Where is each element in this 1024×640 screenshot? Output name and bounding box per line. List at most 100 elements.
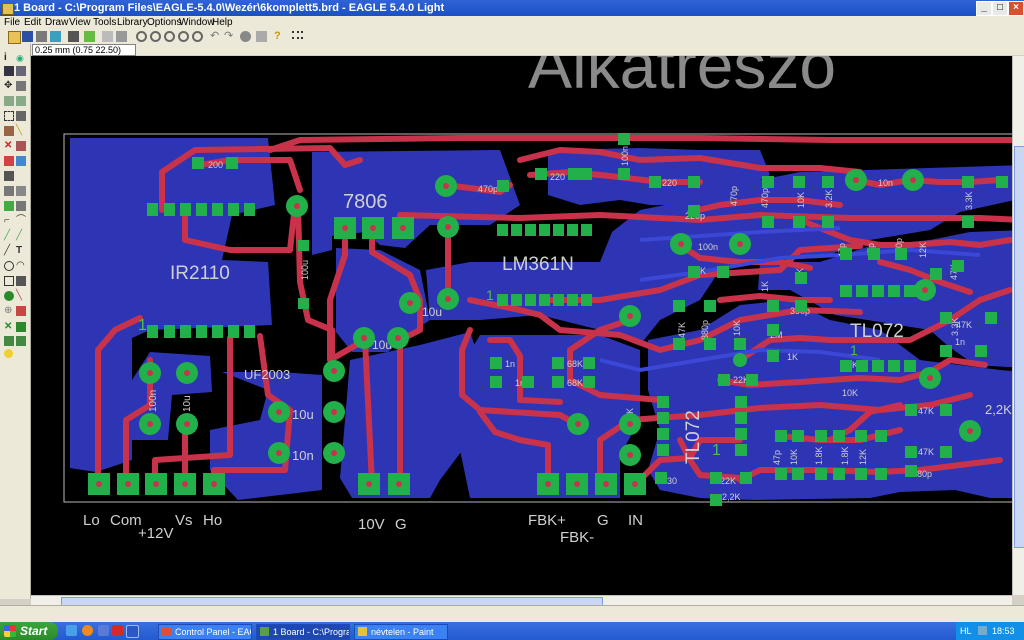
circle-icon[interactable] xyxy=(4,261,14,271)
rotate-icon[interactable] xyxy=(16,96,26,106)
close-button[interactable]: × xyxy=(1008,1,1024,16)
wire-icon[interactable]: ╲ xyxy=(16,126,26,136)
zoom-fit-icon[interactable] xyxy=(136,31,147,42)
pcb-layout[interactable]: Alkatrészó 7806 IR2110 LM361N UF2003 TL0… xyxy=(31,56,1012,595)
add-icon[interactable] xyxy=(16,141,26,151)
vertical-scroll-thumb[interactable] xyxy=(1014,146,1024,548)
errors-icon[interactable] xyxy=(4,349,13,358)
lock-icon[interactable] xyxy=(4,171,14,181)
explorer-icon[interactable] xyxy=(98,625,109,636)
grid-icon[interactable] xyxy=(292,31,303,39)
autorouter-icon[interactable] xyxy=(16,322,26,332)
menu-file[interactable]: File xyxy=(4,17,20,28)
hole-icon[interactable]: ╲ xyxy=(16,291,26,301)
menu-library[interactable]: Library xyxy=(117,17,148,28)
via-place-icon[interactable] xyxy=(4,291,14,301)
zoom-select-icon[interactable] xyxy=(192,31,203,42)
optimize-icon[interactable] xyxy=(16,186,26,196)
open-icon[interactable] xyxy=(8,31,21,44)
menu-edit[interactable]: Edit xyxy=(24,17,41,28)
attribute-icon[interactable]: ⊕ xyxy=(4,306,14,316)
menu-draw[interactable]: Draw xyxy=(45,17,68,28)
rect-icon[interactable] xyxy=(4,276,14,286)
route-icon[interactable] xyxy=(4,201,14,211)
signal-icon[interactable]: ╱ xyxy=(16,231,26,241)
wire-draw-icon[interactable]: ⌐ xyxy=(4,216,14,226)
show-desktop-icon[interactable] xyxy=(66,625,77,636)
value-label: 10K xyxy=(842,388,858,398)
dimension-icon[interactable] xyxy=(16,306,26,316)
go-icon[interactable] xyxy=(256,31,267,42)
value-label: 470p xyxy=(760,188,770,208)
menu-tools[interactable]: Tools xyxy=(93,17,116,28)
redo-icon[interactable]: ↷ xyxy=(224,31,235,42)
board-icon[interactable] xyxy=(116,31,127,42)
language-indicator[interactable]: HL xyxy=(960,622,972,640)
minimize-button[interactable]: _ xyxy=(976,1,992,16)
script-icon[interactable] xyxy=(68,31,79,42)
ulp-icon[interactable] xyxy=(84,31,95,42)
save-icon[interactable] xyxy=(22,31,33,42)
pin1-marker: 1 xyxy=(486,287,494,303)
menu-help[interactable]: Help xyxy=(212,17,233,28)
start-button[interactable]: Start xyxy=(0,622,58,640)
replace-icon[interactable] xyxy=(4,156,14,166)
mirror-icon[interactable] xyxy=(4,96,14,106)
move-icon[interactable]: ✥ xyxy=(4,81,14,91)
cam-icon[interactable] xyxy=(50,31,61,42)
control-panel-icon xyxy=(162,627,171,636)
vertical-scrollbar[interactable] xyxy=(1012,56,1024,595)
zoom-out-icon[interactable] xyxy=(164,31,175,42)
arc-draw-icon[interactable]: ◠ xyxy=(16,261,26,271)
board-canvas[interactable]: Alkatrészó 7806 IR2110 LM361N UF2003 TL0… xyxy=(31,56,1012,595)
erc-icon[interactable] xyxy=(4,336,14,346)
zoom-in-icon[interactable] xyxy=(150,31,161,42)
help-icon[interactable]: ? xyxy=(274,31,285,42)
tray-icon[interactable] xyxy=(978,626,987,635)
show-icon[interactable]: ◉ xyxy=(16,53,26,63)
media-icon[interactable] xyxy=(112,625,123,636)
text-icon[interactable]: T xyxy=(16,246,26,256)
arc-icon[interactable]: ⌒ xyxy=(16,216,26,226)
value-label: 1K xyxy=(787,352,798,362)
polygon-icon[interactable] xyxy=(16,276,26,286)
firefox-icon[interactable] xyxy=(82,625,93,636)
value-label: 68K xyxy=(567,359,583,369)
pin1-marker: 1 xyxy=(850,342,858,358)
delete-icon[interactable]: ✕ xyxy=(4,141,14,151)
name-icon[interactable] xyxy=(16,156,26,166)
drc-icon[interactable] xyxy=(16,336,26,346)
menu-options[interactable]: Options xyxy=(147,17,181,28)
layer-icon[interactable] xyxy=(102,31,113,42)
taskbar-item-paint[interactable]: névtelen - Paint xyxy=(354,624,448,640)
info-icon[interactable]: i xyxy=(4,53,14,63)
app-icon[interactable] xyxy=(126,625,139,638)
via-icon[interactable]: ╱ xyxy=(4,231,14,241)
ripup-icon[interactable] xyxy=(16,201,26,211)
copy-icon[interactable] xyxy=(16,81,26,91)
value-label-2-2k: 2,2K xyxy=(985,402,1012,417)
menu-view[interactable]: View xyxy=(69,17,91,28)
split-icon[interactable] xyxy=(4,186,14,196)
print-icon[interactable] xyxy=(36,31,47,42)
value-label: 100n xyxy=(148,390,159,412)
redraw-icon[interactable] xyxy=(178,31,189,42)
connector-label-ho: Ho xyxy=(203,512,222,529)
line-icon[interactable]: ╱ xyxy=(4,246,14,256)
paste-icon[interactable] xyxy=(4,126,14,136)
mark-icon[interactable] xyxy=(16,66,26,76)
eagle-icon xyxy=(260,627,269,636)
group-icon[interactable] xyxy=(4,111,14,121)
paint-icon xyxy=(358,627,367,636)
connector-label-10v: 10V xyxy=(358,516,385,533)
clock[interactable]: 18:53 xyxy=(992,622,1015,640)
taskbar-item-eagle-board[interactable]: 1 Board - C:\Program... xyxy=(256,624,350,640)
maximize-button[interactable]: □ xyxy=(992,1,1008,16)
menu-window[interactable]: Window xyxy=(179,17,215,28)
display-icon[interactable] xyxy=(4,66,14,76)
undo-icon[interactable]: ↶ xyxy=(210,31,221,42)
change-icon[interactable] xyxy=(16,111,26,121)
ratsnest-icon[interactable]: ✕ xyxy=(4,322,14,332)
stop-icon[interactable] xyxy=(240,31,251,42)
taskbar-item-control-panel[interactable]: Control Panel - EAGL... xyxy=(158,624,252,640)
